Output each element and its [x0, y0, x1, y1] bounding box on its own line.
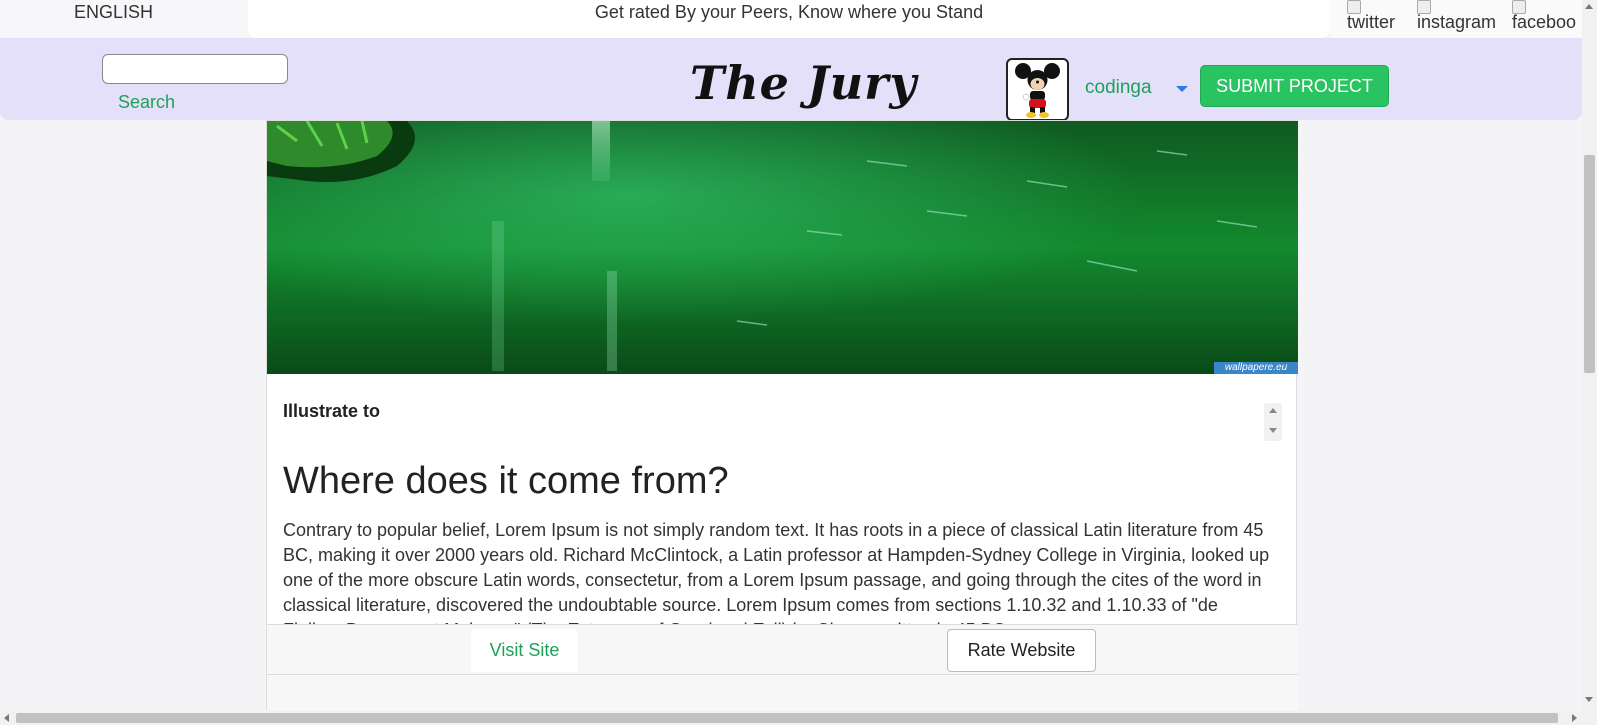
twitter-link[interactable]: twitter [1347, 0, 1395, 33]
card-footer: Visit Site Rate Website [267, 624, 1298, 675]
search-button[interactable]: Search [118, 92, 175, 113]
instagram-link[interactable]: instagram [1417, 0, 1496, 33]
avatar[interactable] [1006, 58, 1069, 121]
project-card: wallpapere.eu Illustrate to Where does i… [266, 120, 1298, 711]
image-watermark: wallpapere.eu [1214, 362, 1298, 374]
username-menu[interactable]: codinga [1085, 77, 1152, 99]
vertical-scrollbar[interactable] [1582, 0, 1597, 711]
search-input[interactable] [102, 54, 288, 84]
horizontal-scrollbar[interactable] [0, 711, 1597, 725]
brand-logo[interactable]: The Jury [690, 56, 917, 110]
submit-project-button[interactable]: SUBMIT PROJECT [1200, 65, 1389, 107]
scroll-left-icon[interactable] [4, 714, 9, 722]
twitter-label: twitter [1347, 12, 1396, 32]
section-heading: Where does it come from? [283, 460, 729, 502]
hero-image: wallpapere.eu [267, 121, 1298, 374]
tagline: Get rated By your Peers, Know where you … [248, 0, 1330, 38]
scroll-up-icon[interactable] [1585, 4, 1593, 9]
visit-site-button[interactable]: Visit Site [471, 629, 578, 672]
vertical-scroll-thumb[interactable] [1584, 155, 1595, 373]
site-header: Search The Jury codinga SUBMIT PROJECT [0, 38, 1582, 121]
scroll-spinner[interactable] [1264, 403, 1282, 441]
project-subtitle: Illustrate to [283, 401, 381, 421]
chevron-down-icon[interactable] [1176, 86, 1188, 92]
horizontal-scroll-thumb[interactable] [16, 713, 1558, 723]
scroll-down-icon[interactable] [1585, 697, 1593, 702]
instagram-label: instagram [1417, 12, 1497, 32]
mickey-avatar-icon [1015, 63, 1060, 118]
facebook-link[interactable]: faceboo [1512, 0, 1576, 33]
river-image [267, 121, 1298, 374]
spinner-up-icon[interactable] [1269, 408, 1277, 413]
scroll-right-icon[interactable] [1572, 714, 1577, 722]
rate-website-button[interactable]: Rate Website [947, 629, 1096, 672]
language-selector[interactable]: ENGLISH [0, 0, 248, 38]
spinner-down-icon[interactable] [1269, 428, 1277, 433]
card-bottom [267, 675, 1298, 711]
facebook-label: faceboo [1512, 12, 1577, 32]
